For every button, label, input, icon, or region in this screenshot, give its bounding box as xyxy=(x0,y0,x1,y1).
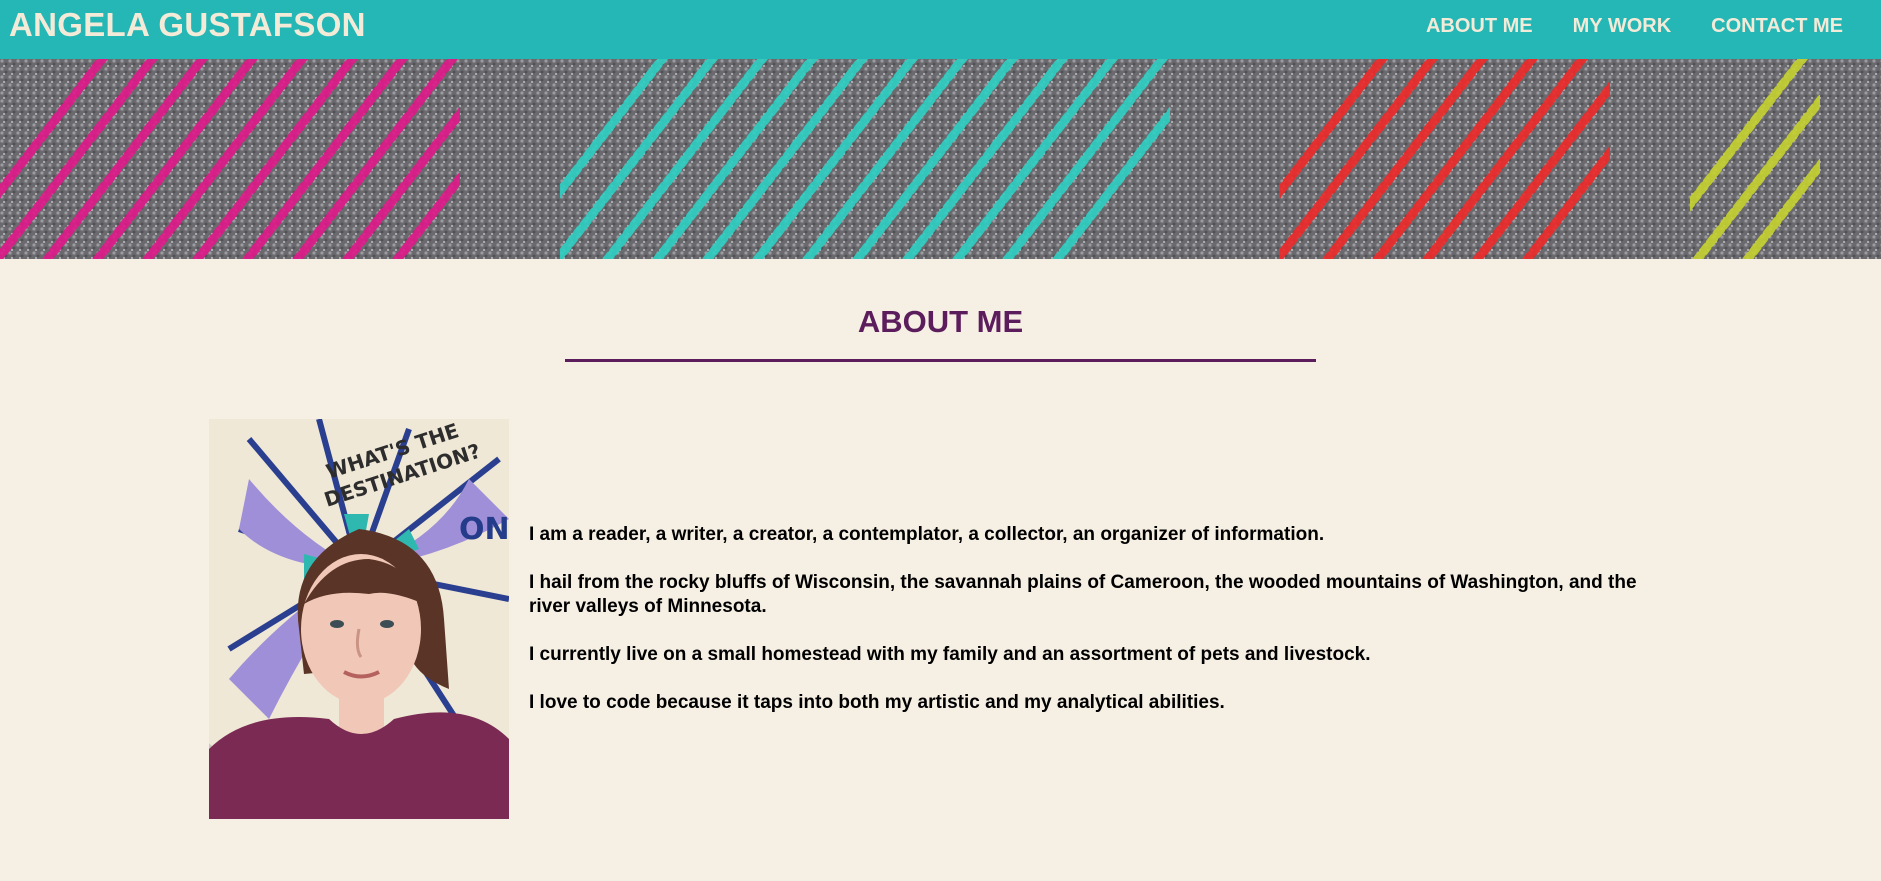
knitted-textile-banner xyxy=(0,59,1881,259)
main-nav: ABOUT ME MY WORK CONTACT ME xyxy=(1426,14,1843,38)
about-me-heading: ABOUT ME xyxy=(857,304,1024,339)
bio-paragraph: I hail from the rocky bluffs of Wisconsi… xyxy=(529,572,1637,617)
top-navigation-bar: ANGELA GUSTAFSON ABOUT ME MY WORK CONTAC… xyxy=(0,0,1881,59)
svg-text:ON: ON xyxy=(459,512,509,547)
bio-paragraph: I love to code because it taps into both… xyxy=(529,692,1225,713)
bio-paragraph: I currently live on a small homestead wi… xyxy=(529,644,1371,665)
heading-divider xyxy=(565,359,1316,362)
site-title[interactable]: ANGELA GUSTAFSON xyxy=(9,6,366,44)
about-me-bio: I am a reader, a writer, a creator, a co… xyxy=(529,523,1669,739)
nav-link-contact-me[interactable]: CONTACT ME xyxy=(1711,14,1843,38)
portrait-photo: WHAT'S THE DESTINATION? ON xyxy=(209,419,509,819)
nav-link-about-me[interactable]: ABOUT ME xyxy=(1426,14,1533,38)
nav-link-my-work[interactable]: MY WORK xyxy=(1573,14,1672,38)
bio-paragraph: I am a reader, a writer, a creator, a co… xyxy=(529,524,1325,545)
